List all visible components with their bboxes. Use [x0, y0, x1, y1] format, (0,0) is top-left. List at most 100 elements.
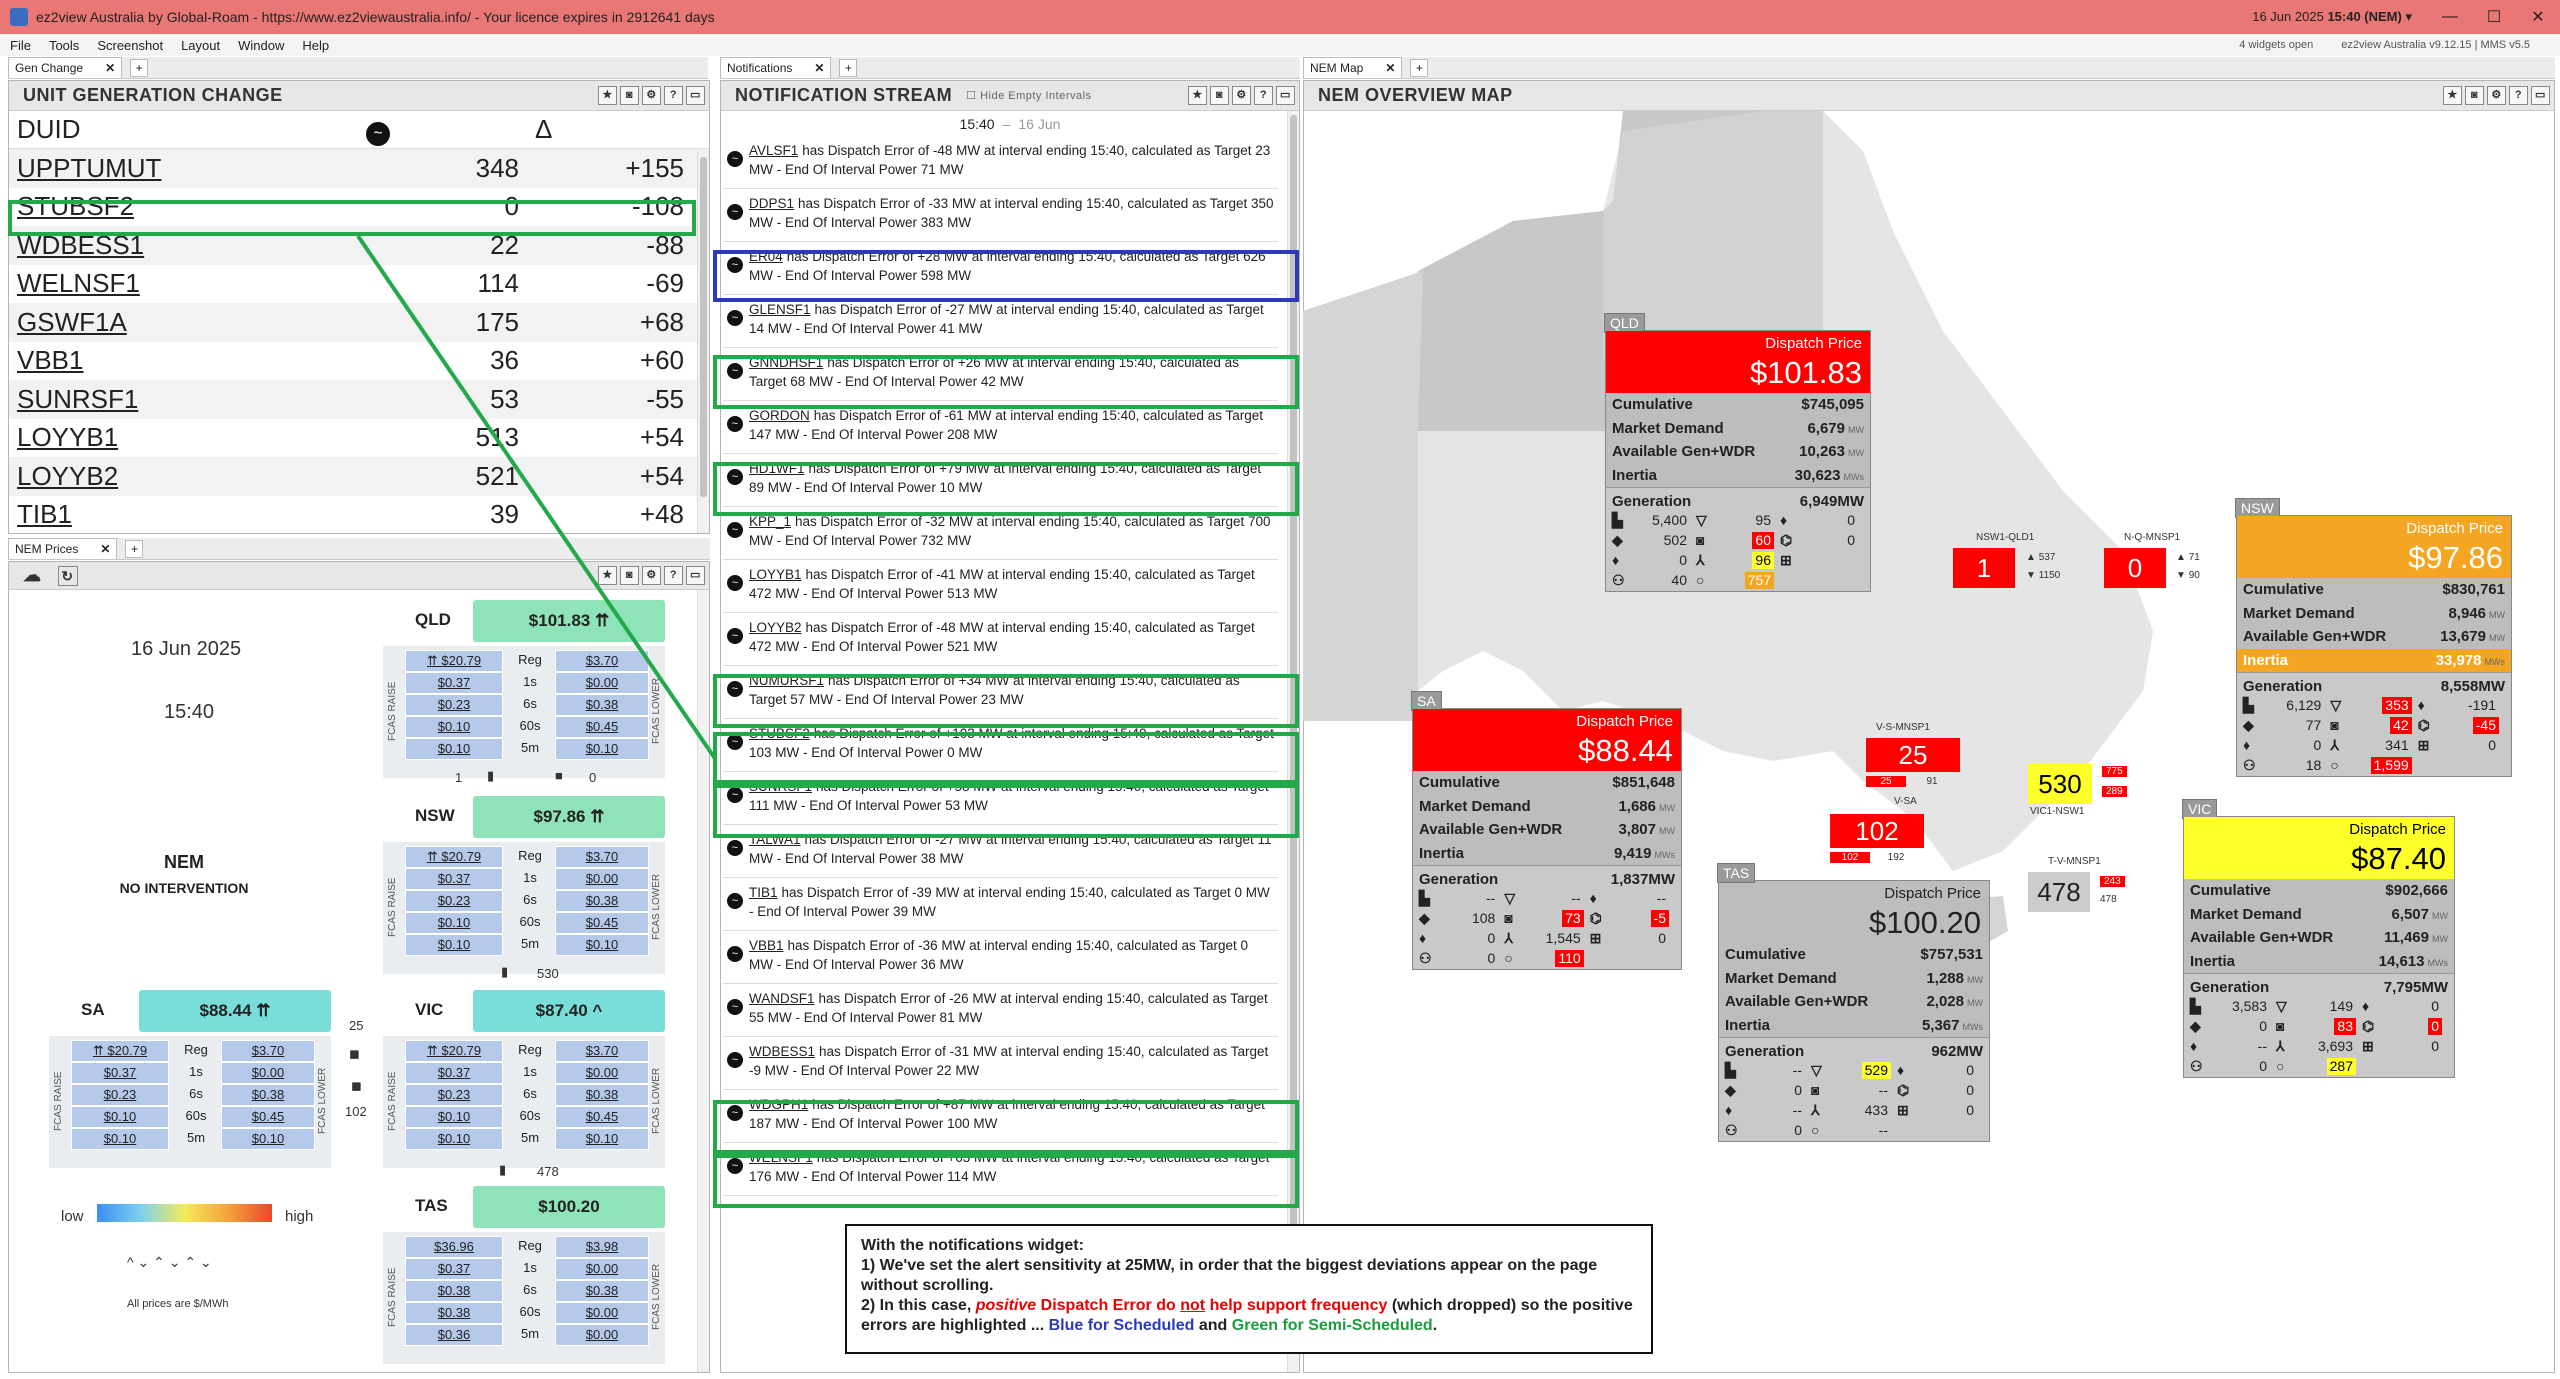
- fcas-lower-value[interactable]: $0.38: [221, 1084, 315, 1106]
- star-icon[interactable]: ★: [598, 566, 617, 585]
- gear-icon[interactable]: ⚙: [642, 566, 661, 585]
- fcas-raise-value[interactable]: $0.10: [405, 1128, 503, 1150]
- duid-link[interactable]: SUNRSF1: [749, 779, 812, 794]
- notification-item[interactable]: ~ STUBSF2 has Dispatch Error of +103 MW at…: [723, 720, 1278, 772]
- dispatch-price[interactable]: Dispatch Price $88.44: [1413, 709, 1681, 771]
- menu-help[interactable]: Help: [302, 38, 329, 53]
- table-row[interactable]: VBB1 36 +60: [9, 342, 709, 381]
- notification-item[interactable]: ~ HD1WF1 has Dispatch Error of +79 MW at i…: [723, 455, 1278, 507]
- table-row[interactable]: LOYYB1 513 +54: [9, 419, 709, 458]
- duid-link[interactable]: LOYYB2: [9, 461, 354, 492]
- table-row[interactable]: UPPTUMUT 348 +155: [9, 149, 709, 188]
- map-region-tas[interactable]: TAS Dispatch Price $100.20 Cumulative $757,5…: [1717, 863, 1990, 1142]
- comment-icon[interactable]: ▭: [686, 566, 705, 585]
- fcas-raise-value[interactable]: $0.23: [71, 1084, 169, 1106]
- notification-item[interactable]: ~ LOYYB1 has Dispatch Error of -41 MW at i…: [723, 561, 1278, 613]
- region-price-nsw[interactable]: NSW $97.86 ⇈ FCAS RAISE FCAS LOWER ⇈ $20.79 $…: [383, 796, 665, 978]
- table-row[interactable]: SUNRSF1 53 -55: [9, 380, 709, 419]
- ic-v-s-mnsp1[interactable]: 25: [1866, 738, 1960, 772]
- duid-link[interactable]: TIB1: [9, 499, 354, 530]
- ic-vic1-nsw1[interactable]: 530: [2028, 764, 2092, 804]
- add-tab-button[interactable]: +: [839, 58, 858, 77]
- fcas-lower-value[interactable]: $0.38: [555, 1084, 649, 1106]
- duid-link[interactable]: GLENSF1: [749, 302, 811, 317]
- notification-item[interactable]: ~ SUNRSF1 has Dispatch Error of +58 MW at …: [723, 773, 1278, 825]
- fcas-raise-value[interactable]: $0.37: [405, 868, 503, 890]
- scrollbar[interactable]: [1287, 111, 1299, 1372]
- col-delta[interactable]: Δ: [519, 114, 684, 145]
- map-region-nsw[interactable]: NSW Dispatch Price $97.86 Cumulative $830,76…: [2235, 498, 2512, 777]
- fcas-lower-value[interactable]: $0.10: [555, 1128, 649, 1150]
- fcas-lower-value[interactable]: $0.00: [555, 672, 649, 694]
- fcas-raise-value[interactable]: $0.37: [405, 672, 503, 694]
- star-icon[interactable]: ★: [598, 86, 617, 105]
- notification-item[interactable]: ~ TIB1 has Dispatch Error of -39 MW at int…: [723, 879, 1278, 931]
- scrollbar[interactable]: [697, 151, 709, 533]
- fcas-lower-value[interactable]: $3.70: [555, 1040, 649, 1062]
- table-row[interactable]: TIB1 39 +48: [9, 496, 709, 535]
- fcas-lower-value[interactable]: $0.45: [221, 1106, 315, 1128]
- fcas-lower-value[interactable]: $0.00: [221, 1062, 315, 1084]
- notification-item[interactable]: ~ AVLSF1 has Dispatch Error of -48 MW at i…: [723, 137, 1278, 189]
- menu-window[interactable]: Window: [238, 38, 284, 53]
- ic-v-sa[interactable]: 102: [1830, 814, 1924, 848]
- table-row[interactable]: LOYYB2 521 +54: [9, 457, 709, 496]
- duid-link[interactable]: UPPTUMUT: [9, 153, 354, 184]
- dispatch-price[interactable]: Dispatch Price $100.20: [1719, 881, 1989, 943]
- tab-gen-change[interactable]: Gen Change ✕: [8, 57, 123, 78]
- ic-nsw1-qld1[interactable]: 1: [1953, 548, 2015, 588]
- add-tab-button[interactable]: +: [130, 58, 149, 77]
- clock[interactable]: 16 Jun 2025 15:40 (NEM) ▾: [2252, 9, 2412, 25]
- ic-nq-mnsp1[interactable]: 0: [2104, 548, 2166, 588]
- region-price-vic[interactable]: VIC $87.40 ^ FCAS RAISE FCAS LOWER ⇈ $20.79 $…: [383, 990, 665, 1172]
- cloud-icon[interactable]: ☁: [23, 565, 42, 586]
- duid-link[interactable]: ER04: [749, 249, 783, 264]
- menu-tools[interactable]: Tools: [49, 38, 79, 53]
- fcas-lower-value[interactable]: $0.00: [555, 1324, 649, 1346]
- refresh-icon[interactable]: ↻: [57, 565, 78, 586]
- fcas-lower-value[interactable]: $0.10: [221, 1128, 315, 1150]
- duid-link[interactable]: STUBSF2: [9, 191, 354, 222]
- fcas-raise-value[interactable]: $0.10: [405, 716, 503, 738]
- fcas-lower-value[interactable]: $0.45: [555, 716, 649, 738]
- star-icon[interactable]: ★: [1188, 86, 1207, 105]
- fcas-raise-value[interactable]: $0.37: [405, 1258, 503, 1280]
- scrollbar[interactable]: [697, 590, 709, 1372]
- notification-item[interactable]: ~ TALWA1 has Dispatch Error of -27 MW at i…: [723, 826, 1278, 878]
- duid-link[interactable]: GNNDHSF1: [749, 355, 823, 370]
- fcas-lower-value[interactable]: $3.98: [555, 1236, 649, 1258]
- star-icon[interactable]: ★: [2443, 86, 2462, 105]
- tab-nem-prices[interactable]: NEM Prices ✕: [8, 538, 118, 559]
- notification-item[interactable]: ~ DDPS1 has Dispatch Error of -33 MW at in…: [723, 190, 1278, 242]
- add-tab-button[interactable]: +: [125, 539, 144, 558]
- duid-link[interactable]: WELNSF1: [749, 1150, 813, 1165]
- fcas-lower-value[interactable]: $0.38: [555, 694, 649, 716]
- fcas-lower-value[interactable]: $3.70: [555, 846, 649, 868]
- duid-link[interactable]: SUNRSF1: [9, 384, 354, 415]
- map-region-sa[interactable]: SA Dispatch Price $88.44 Cumulative $851,648…: [1411, 691, 1682, 970]
- fcas-lower-value[interactable]: $0.00: [555, 1302, 649, 1324]
- fcas-raise-value[interactable]: $0.10: [71, 1128, 169, 1150]
- region-price-qld[interactable]: QLD $101.83 ⇈ FCAS RAISE FCAS LOWER ⇈ $20.79…: [383, 600, 665, 782]
- duid-link[interactable]: HD1WF1: [749, 461, 805, 476]
- camera-icon[interactable]: ◙: [2465, 86, 2484, 105]
- table-row[interactable]: STUBSF2 0 -108: [9, 188, 709, 227]
- fcas-raise-value[interactable]: ⇈ $20.79: [71, 1040, 169, 1062]
- fcas-lower-value[interactable]: $0.10: [555, 738, 649, 760]
- duid-link[interactable]: NUMURSF1: [749, 673, 824, 688]
- ic-t-v-mnsp1[interactable]: 478: [2028, 872, 2090, 912]
- hide-empty-toggle[interactable]: ☐ Hide Empty Intervals: [966, 89, 1091, 102]
- duid-link[interactable]: AVLSF1: [749, 143, 798, 158]
- fcas-lower-value[interactable]: $0.38: [555, 1280, 649, 1302]
- duid-link[interactable]: VBB1: [749, 938, 784, 953]
- fcas-raise-value[interactable]: $0.10: [405, 934, 503, 956]
- minimize-button[interactable]: —: [2428, 8, 2472, 26]
- duid-link[interactable]: LOYYB2: [749, 620, 802, 635]
- region-price-sa[interactable]: SA $88.44 ⇈ FCAS RAISE FCAS LOWER ⇈ $20.79 $0…: [49, 990, 331, 1172]
- fcas-raise-value[interactable]: ⇈ $20.79: [405, 846, 503, 868]
- region-price[interactable]: $87.40 ^: [473, 990, 665, 1032]
- fcas-lower-value[interactable]: $0.00: [555, 1258, 649, 1280]
- fcas-raise-value[interactable]: $0.38: [405, 1302, 503, 1324]
- map-region-qld[interactable]: QLD Dispatch Price $101.83 Cumulative $745,0…: [1604, 313, 1871, 592]
- comment-icon[interactable]: ▭: [686, 86, 705, 105]
